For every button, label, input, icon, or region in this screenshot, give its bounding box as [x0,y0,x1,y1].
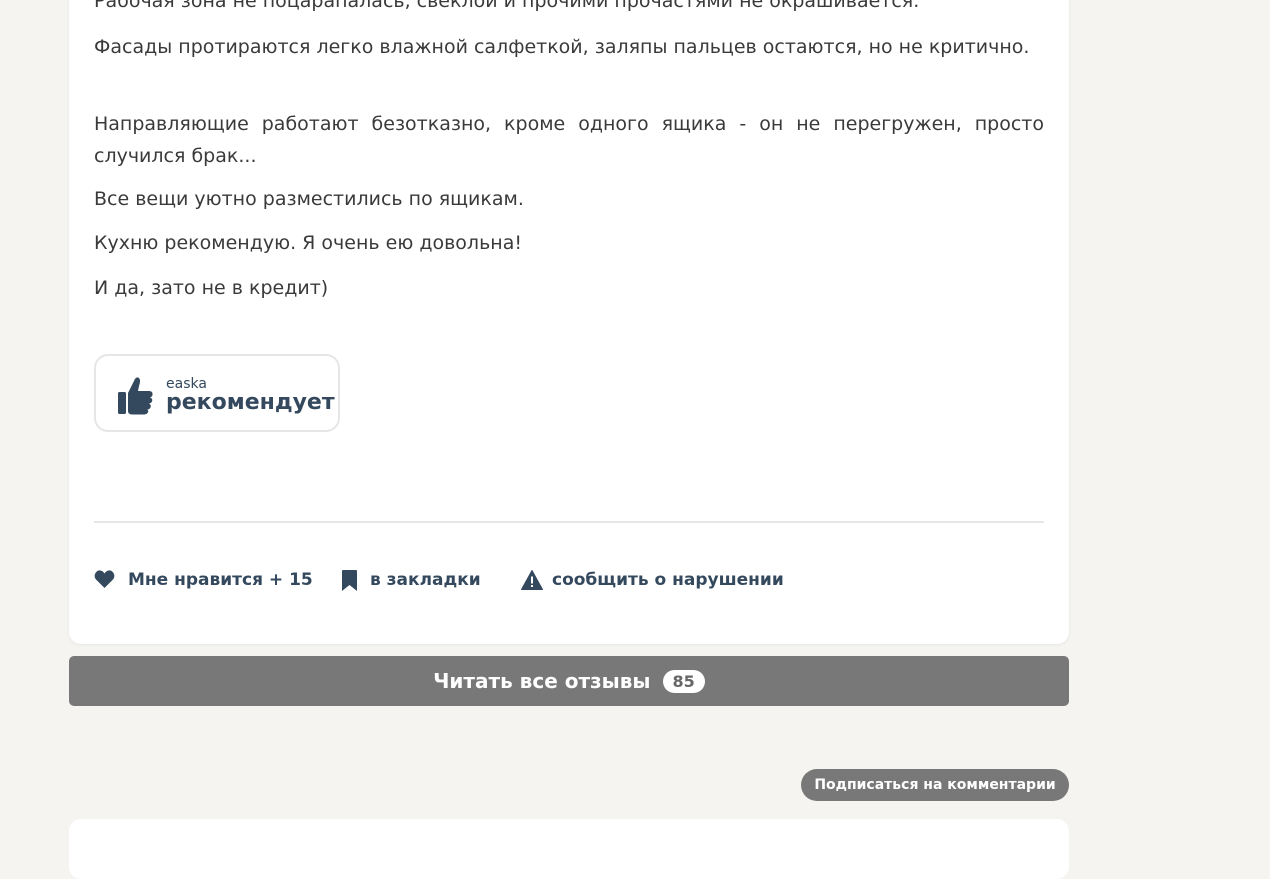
recommendation-badge: easka рекомендует [94,354,340,432]
review-paragraph: И да, зато не в кредит) [94,277,329,299]
report-label: сообщить о нарушении [552,570,784,590]
bookmark-label: в закладки [370,570,481,590]
heart-icon [94,570,115,588]
warning-icon [521,570,543,590]
reviews-count-badge: 85 [662,669,705,693]
review-paragraph: Направляющие работают безотказно, кроме … [94,113,1044,167]
comments-card [69,819,1069,879]
review-paragraph: Рабочая зона не поцарапалась, свеклой и … [94,0,920,12]
subscribe-comments-button[interactable]: Подписаться на комментарии [801,769,1069,801]
like-button[interactable]: Мне нравится + 15 [94,568,313,592]
review-paragraph: Фасады протираются легко влажной салфетк… [94,36,1030,58]
review-paragraph: Все вещи уютно разместились по ящикам. [94,188,524,210]
like-label: Мне нравится + 15 [128,570,313,590]
review-card: Рабочая зона не поцарапалась, свеклой и … [69,0,1069,644]
bookmark-icon [342,570,357,591]
review-paragraph: Кухню рекомендую. Я очень ею довольна! [94,232,522,254]
thumbs-up-icon [118,377,153,415]
recommend-label: рекомендует [166,390,335,415]
report-button[interactable]: сообщить о нарушении [521,568,801,592]
read-all-label: Читать все отзывы [433,669,651,693]
divider [94,521,1044,523]
read-all-reviews-button[interactable]: Читать все отзывы 85 [69,656,1069,706]
bookmark-button[interactable]: в закладки [342,568,482,592]
